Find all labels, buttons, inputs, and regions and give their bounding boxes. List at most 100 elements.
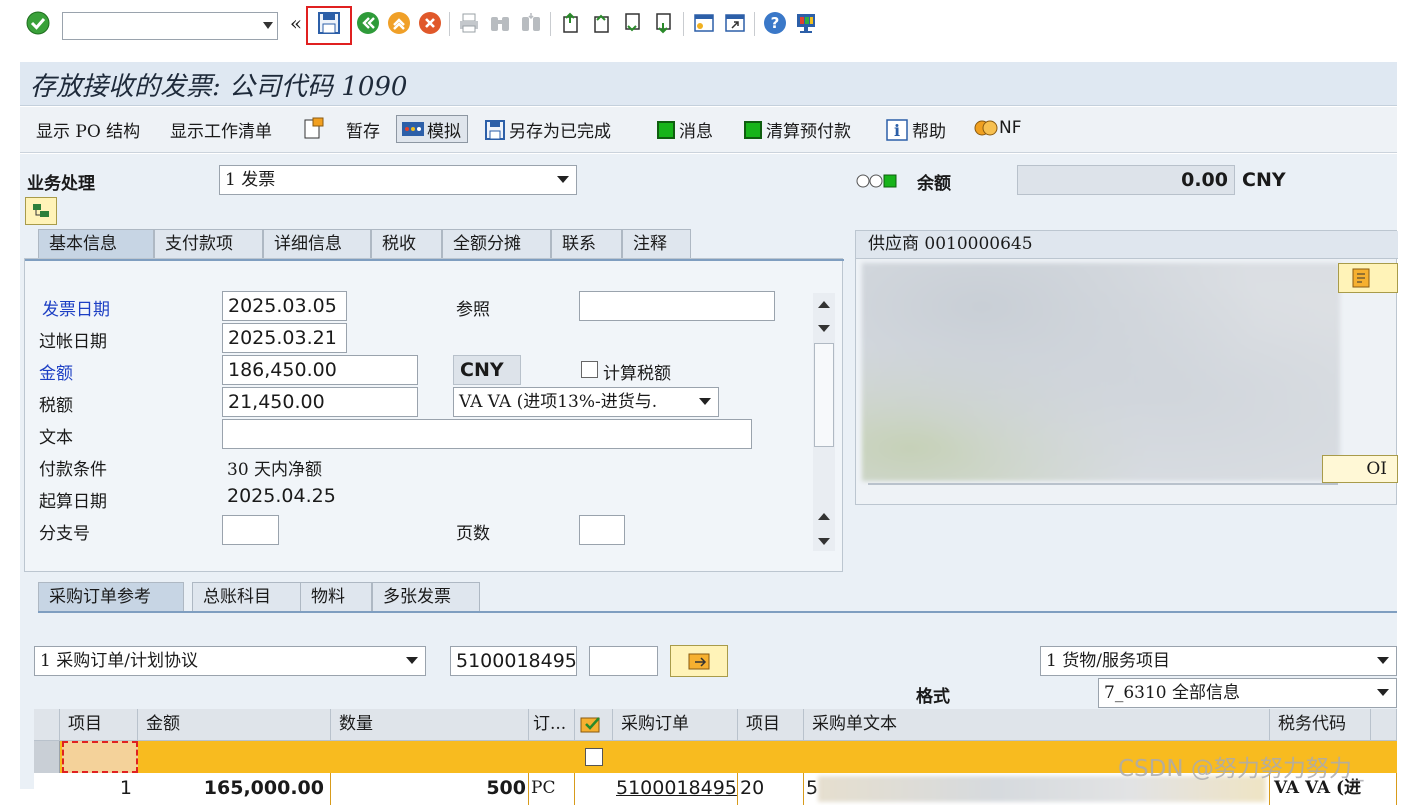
tab-po-reference[interactable]: 采购订单参考 (38, 582, 184, 612)
page-title: 存放接收的发票: 公司代码 1090 (30, 72, 408, 102)
checkmark-icon (580, 717, 600, 733)
transfer-button[interactable] (670, 645, 728, 677)
amount-input[interactable]: 186,450.00 (222, 355, 418, 385)
help-icon[interactable]: ? (763, 11, 787, 35)
print-icon[interactable] (457, 11, 481, 35)
enter-check-icon[interactable] (26, 11, 50, 35)
save-icon[interactable] (317, 11, 341, 35)
scroll-up-icon[interactable] (818, 301, 830, 308)
tax-amount-input[interactable]: 21,450.00 (222, 387, 418, 417)
cell-quantity[interactable]: 500 (331, 773, 529, 805)
tab-tax[interactable]: 税收 (371, 229, 442, 259)
reference-input[interactable] (579, 291, 775, 321)
shortcut-icon[interactable] (723, 11, 747, 35)
column-header-po-text[interactable]: 采购单文本 (804, 709, 1270, 741)
tab-payment[interactable]: 支付款项 (154, 229, 263, 259)
pages-input[interactable] (579, 515, 625, 545)
help-button[interactable]: i 帮助 (886, 117, 946, 142)
scroll-up-icon[interactable] (818, 513, 830, 520)
branch-label: 分支号 (39, 524, 90, 544)
text-input[interactable] (222, 419, 752, 449)
open-items-button[interactable]: OI (1322, 455, 1398, 483)
grid-settings-header[interactable] (1371, 709, 1397, 741)
chevron-down-icon[interactable] (557, 176, 569, 183)
scroll-thumb[interactable] (814, 343, 834, 447)
save-completed-button[interactable]: 另存为已完成 (484, 117, 611, 142)
collapse-icon[interactable]: « (284, 11, 308, 35)
previous-page-icon[interactable] (589, 11, 613, 35)
cell-po-number[interactable]: 5100018495 (613, 773, 738, 805)
column-header-item[interactable]: 项目 (60, 709, 138, 741)
tab-amount-split[interactable]: 全额分摊 (442, 229, 551, 259)
first-page-icon[interactable] (558, 11, 582, 35)
column-header-order-unit[interactable]: 订... (529, 709, 575, 741)
find-next-icon[interactable] (519, 11, 543, 35)
vendor-edit-button[interactable] (1338, 263, 1398, 293)
clear-prepayment-button[interactable]: 清算预付款 (744, 117, 851, 142)
tab-material[interactable]: 物料 (300, 582, 372, 612)
posting-date-input[interactable]: 2025.03.21 (222, 323, 347, 353)
invoice-date-input[interactable]: 2025.03.05 (222, 291, 347, 321)
messages-button[interactable]: 消息 (657, 117, 713, 142)
chevron-down-icon[interactable] (1377, 657, 1389, 664)
show-po-structure-button[interactable]: 显示 PO 结构 (36, 117, 140, 142)
document-icon-button[interactable] (303, 117, 325, 141)
row-selector[interactable] (34, 741, 60, 773)
tab-details[interactable]: 详细信息 (263, 229, 371, 259)
command-field[interactable] (62, 12, 278, 40)
column-header-select[interactable] (575, 709, 613, 741)
cell-item[interactable]: 1 (60, 773, 138, 805)
layout-menu-icon[interactable] (794, 11, 818, 35)
item-type-select[interactable]: 1 货物/服务项目 (1040, 646, 1397, 676)
chevron-down-icon[interactable] (1377, 689, 1389, 696)
ref-doc-type-select[interactable]: 1 采购订单/计划协议 (34, 646, 426, 676)
layout-select[interactable]: 7_6310 全部信息 (1098, 678, 1397, 708)
po-item-input[interactable] (589, 646, 658, 676)
cancel-icon[interactable] (418, 11, 442, 35)
chevron-down-icon[interactable] (406, 657, 418, 664)
column-header-po[interactable]: 采购订单 (613, 709, 738, 741)
hold-button[interactable]: 暂存 (346, 117, 380, 142)
row-checkbox[interactable] (585, 748, 603, 766)
vendor-address-redacted (862, 263, 1340, 481)
tab-gl-account[interactable]: 总账科目 (192, 582, 302, 612)
scroll-down-icon[interactable] (818, 538, 830, 545)
next-page-icon[interactable] (620, 11, 644, 35)
chevron-down-icon[interactable] (263, 22, 273, 29)
cell-unit[interactable]: PC (529, 773, 575, 805)
find-icon[interactable] (488, 11, 512, 35)
column-header-quantity[interactable]: 数量 (331, 709, 529, 741)
ref-doc-type-value: 1 采购订单/计划协议 (40, 651, 198, 671)
row-selector-header[interactable] (34, 709, 60, 741)
tab-multiple-invoices[interactable]: 多张发票 (372, 582, 480, 612)
transaction-select[interactable]: 1 发票 (219, 165, 577, 195)
po-number-input[interactable]: 5100018495 (450, 646, 577, 676)
tree-toggle-button[interactable] (25, 197, 57, 225)
show-worklist-button[interactable]: 显示工作清单 (170, 117, 272, 142)
last-page-icon[interactable] (651, 11, 675, 35)
new-session-icon[interactable] (692, 11, 716, 35)
item-type-value: 1 货物/服务项目 (1046, 651, 1170, 671)
column-header-tax-code[interactable]: 税务代码 (1270, 709, 1371, 741)
cell-amount[interactable]: 165,000.00 (138, 773, 331, 805)
calc-tax-checkbox[interactable] (581, 361, 598, 378)
branch-input[interactable] (222, 515, 279, 545)
exit-icon[interactable] (387, 11, 411, 35)
column-header-amount[interactable]: 金额 (138, 709, 331, 741)
back-icon[interactable] (356, 11, 380, 35)
chevron-down-icon[interactable] (699, 398, 711, 405)
basic-data-scrollbar[interactable] (813, 293, 835, 551)
column-header-po-item[interactable]: 项目 (738, 709, 804, 741)
scroll-down-icon[interactable] (818, 325, 830, 332)
payment-terms-label: 付款条件 (39, 460, 107, 480)
tab-contact[interactable]: 联系 (551, 229, 622, 259)
tab-basic-data[interactable]: 基本信息 (38, 229, 154, 259)
messages-label: 消息 (679, 122, 713, 142)
simulate-button[interactable]: 模拟 (396, 115, 468, 143)
tab-notes[interactable]: 注释 (622, 229, 691, 259)
nf-button[interactable]: NF (974, 117, 1022, 139)
tax-code-select[interactable]: VA VA (进项13%-进货与. (453, 387, 719, 417)
item-cell-focus[interactable] (62, 741, 138, 773)
cell-po-item[interactable]: 20 (738, 773, 804, 805)
vendor-panel: 供应商 0010000645 OI (855, 230, 1398, 505)
